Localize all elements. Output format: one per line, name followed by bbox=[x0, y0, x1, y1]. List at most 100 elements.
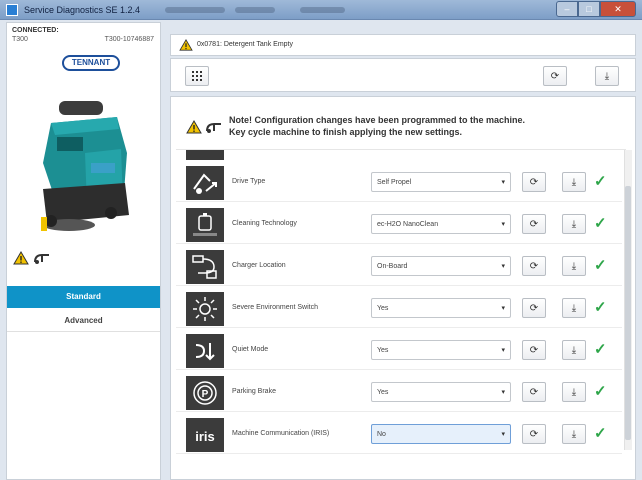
refresh-icon: ⟳ bbox=[529, 176, 539, 188]
svg-text:iris: iris bbox=[195, 429, 215, 444]
setting-label: Cleaning Technology bbox=[232, 220, 297, 227]
refresh-all-button[interactable]: ⟳ bbox=[543, 66, 567, 86]
download-icon: ⤓ bbox=[571, 428, 577, 440]
setting-value: On-Board bbox=[377, 263, 408, 270]
window-title: Service Diagnostics SE 1.2.4 bbox=[24, 5, 141, 15]
parking-brake-icon: P bbox=[186, 376, 224, 410]
blurred-title-segment bbox=[235, 7, 275, 13]
setting-download-button[interactable]: ⤓ bbox=[562, 424, 586, 444]
setting-row: Severe Environment Switch Yes ▾ ⟳ ⤓ ✓ bbox=[176, 288, 622, 328]
row-divider bbox=[176, 201, 622, 202]
machine-status-icons bbox=[13, 251, 51, 265]
setting-refresh-button[interactable]: ⟳ bbox=[522, 340, 546, 360]
setting-select[interactable]: Yes ▾ bbox=[371, 340, 511, 360]
caret-down-icon: ▾ bbox=[501, 305, 505, 312]
note-text: Note! Configuration changes have been pr… bbox=[229, 114, 525, 138]
nav-standard-tab[interactable]: Standard bbox=[7, 286, 160, 308]
caret-down-icon: ▾ bbox=[501, 263, 505, 270]
setting-row: iris Machine Communication (IRIS) No ▾ ⟳… bbox=[176, 414, 622, 454]
setting-label: Charger Location bbox=[232, 262, 286, 269]
setting-label: Severe Environment Switch bbox=[232, 304, 318, 311]
download-icon: ⤓ bbox=[571, 344, 577, 356]
setting-refresh-button[interactable]: ⟳ bbox=[522, 172, 546, 192]
setting-refresh-button[interactable]: ⟳ bbox=[522, 424, 546, 444]
row-divider bbox=[176, 453, 622, 454]
row-divider bbox=[176, 327, 622, 328]
setting-row: Drive Type Self Propel ▾ ⟳ ⤓ ✓ bbox=[176, 162, 622, 202]
machine-image bbox=[41, 101, 129, 231]
warning-icon bbox=[179, 39, 193, 51]
checkmark-icon: ✓ bbox=[594, 173, 607, 190]
warning-icon bbox=[186, 120, 202, 134]
setting-row: Charger Location On-Board ▾ ⟳ ⤓ ✓ bbox=[176, 246, 622, 286]
setting-label: Drive Type bbox=[232, 178, 266, 185]
minimize-button[interactable]: – bbox=[556, 1, 578, 17]
note-line-1: Note! Configuration changes have been pr… bbox=[229, 115, 526, 125]
setting-value: Yes bbox=[377, 305, 389, 312]
svg-text:P: P bbox=[202, 389, 209, 400]
machine-sidebar: CONNECTED: T300 T300-10746887 TENNANT St… bbox=[6, 22, 161, 480]
setting-refresh-button[interactable]: ⟳ bbox=[522, 298, 546, 318]
setting-download-button[interactable]: ⤓ bbox=[562, 382, 586, 402]
clipped-row-icon bbox=[186, 150, 224, 160]
drive-icon bbox=[186, 166, 224, 200]
divider bbox=[176, 149, 626, 150]
setting-download-button[interactable]: ⤓ bbox=[562, 340, 586, 360]
checkmark-icon: ✓ bbox=[594, 299, 607, 316]
wrench-icon bbox=[34, 254, 49, 264]
close-button[interactable]: ✕ bbox=[600, 1, 636, 17]
download-icon: ⤓ bbox=[571, 176, 577, 188]
setting-select[interactable]: On-Board ▾ bbox=[371, 256, 511, 276]
checkmark-icon: ✓ bbox=[594, 215, 607, 232]
setting-label: Machine Communication (IRIS) bbox=[232, 430, 330, 437]
grid-menu-button[interactable] bbox=[185, 66, 209, 86]
caret-down-icon: ▾ bbox=[501, 389, 505, 396]
setting-refresh-button[interactable]: ⟳ bbox=[522, 214, 546, 234]
refresh-icon: ⟳ bbox=[550, 70, 560, 82]
blurred-title-segment bbox=[300, 7, 345, 13]
setting-download-button[interactable]: ⤓ bbox=[562, 256, 586, 276]
setting-download-button[interactable]: ⤓ bbox=[562, 214, 586, 234]
row-divider bbox=[176, 243, 622, 244]
refresh-icon: ⟳ bbox=[529, 344, 539, 356]
iris-icon: iris bbox=[186, 418, 224, 452]
connection-serial: T300-10746887 bbox=[104, 36, 154, 43]
checkmark-icon: ✓ bbox=[594, 257, 607, 274]
ec-h2o-icon bbox=[186, 208, 224, 242]
wrench-icon bbox=[206, 123, 221, 133]
row-divider bbox=[176, 411, 622, 412]
download-all-button[interactable]: ⤓ bbox=[595, 66, 619, 86]
scrollbar-thumb[interactable] bbox=[625, 186, 631, 440]
maximize-button[interactable]: □ bbox=[578, 1, 600, 17]
refresh-icon: ⟳ bbox=[529, 302, 539, 314]
setting-refresh-button[interactable]: ⟳ bbox=[522, 382, 546, 402]
setting-value: ec-H2O NanoClean bbox=[377, 221, 439, 228]
caret-down-icon: ▾ bbox=[501, 179, 505, 186]
setting-refresh-button[interactable]: ⟳ bbox=[522, 256, 546, 276]
download-icon: ⤓ bbox=[571, 386, 577, 398]
download-icon: ⤓ bbox=[571, 218, 577, 230]
note-line-2: Key cycle machine to finish applying the… bbox=[229, 127, 463, 137]
nav-advanced-tab[interactable]: Advanced bbox=[7, 310, 160, 332]
setting-select[interactable]: Self Propel ▾ bbox=[371, 172, 511, 192]
setting-select[interactable]: ec-H2O NanoClean ▾ bbox=[371, 214, 511, 234]
app-icon bbox=[6, 4, 18, 16]
checkmark-icon: ✓ bbox=[594, 425, 607, 442]
checkmark-icon: ✓ bbox=[594, 341, 607, 358]
setting-select[interactable]: Yes ▾ bbox=[371, 382, 511, 402]
setting-download-button[interactable]: ⤓ bbox=[562, 298, 586, 318]
window-titlebar: Service Diagnostics SE 1.2.4 – □ ✕ bbox=[0, 0, 642, 20]
charger-icon bbox=[186, 250, 224, 284]
refresh-icon: ⟳ bbox=[529, 218, 539, 230]
setting-value: Yes bbox=[377, 389, 389, 396]
setting-value: Yes bbox=[377, 347, 389, 354]
setting-download-button[interactable]: ⤓ bbox=[562, 172, 586, 192]
window-controls: – □ ✕ bbox=[556, 1, 636, 17]
row-divider bbox=[176, 285, 622, 286]
caret-down-icon: ▾ bbox=[501, 431, 505, 438]
setting-select[interactable]: Yes ▾ bbox=[371, 298, 511, 318]
download-icon: ⤓ bbox=[571, 260, 577, 272]
warning-icon bbox=[13, 251, 29, 265]
setting-select[interactable]: No ▾ bbox=[371, 424, 511, 444]
setting-row: P Parking Brake Yes ▾ ⟳ ⤓ ✓ bbox=[176, 372, 622, 412]
